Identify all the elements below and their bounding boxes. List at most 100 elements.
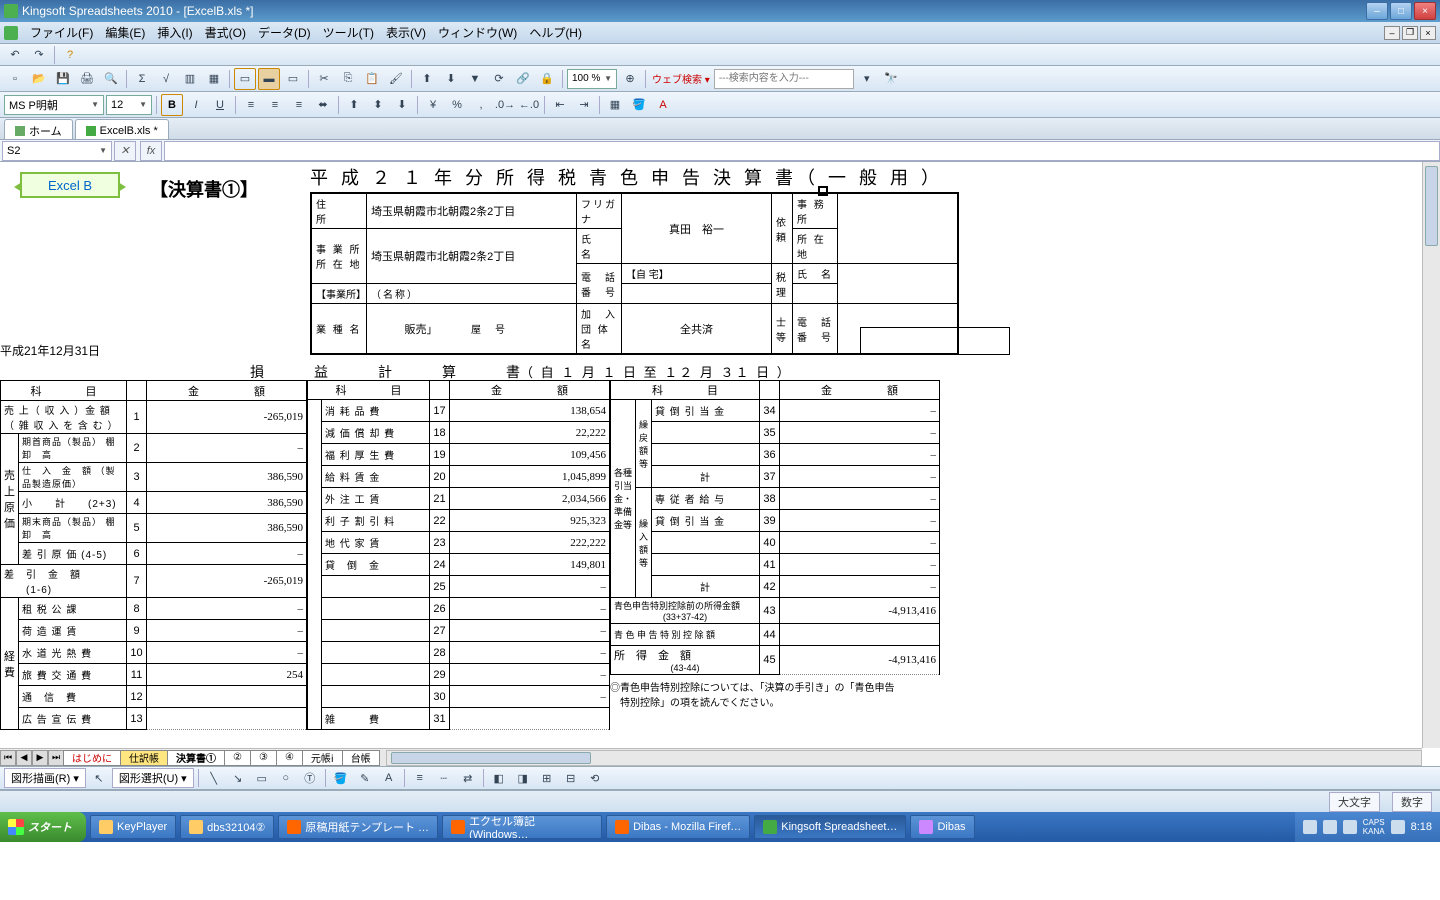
oval-icon[interactable]: ○: [275, 767, 297, 789]
italic-button[interactable]: I: [185, 94, 207, 116]
horizontal-scrollbar[interactable]: [386, 750, 1422, 766]
border-icon[interactable]: ▦: [604, 94, 626, 116]
mdi-close[interactable]: ×: [1420, 26, 1436, 40]
taskbar-item[interactable]: Dibas - Mozilla Firef…: [606, 815, 750, 839]
draw-select-menu[interactable]: 図形選択(U) ▾: [112, 768, 194, 788]
merge-icon[interactable]: ⬌: [312, 94, 334, 116]
pointer-icon[interactable]: ↖: [88, 767, 110, 789]
bold-button[interactable]: B: [161, 94, 183, 116]
websearch-label[interactable]: ウェブ検索 ▾: [650, 71, 712, 86]
refresh-icon[interactable]: ⟳: [488, 68, 510, 90]
line-icon[interactable]: ╲: [203, 767, 225, 789]
tab-nav-prev[interactable]: ◀: [16, 750, 32, 766]
dec-decimal-icon[interactable]: ←.0: [518, 94, 540, 116]
comma-icon[interactable]: ,: [470, 94, 492, 116]
formula-input[interactable]: [164, 141, 1440, 161]
taskbar-item[interactable]: KeyPlayer: [90, 815, 176, 839]
sheet-tab[interactable]: 台帳: [342, 750, 380, 766]
line-color-icon[interactable]: ✎: [354, 767, 376, 789]
cut-icon[interactable]: ✂: [313, 68, 335, 90]
taskbar-item[interactable]: Dibas: [910, 815, 974, 839]
paste-icon[interactable]: 📋: [361, 68, 383, 90]
menu-help[interactable]: ヘルプ(H): [523, 22, 588, 43]
box3-icon[interactable]: ▭: [282, 68, 304, 90]
textbox-icon[interactable]: Ⓣ: [299, 767, 321, 789]
tab-nav-first[interactable]: ⏮: [0, 750, 16, 766]
tray-icon[interactable]: [1303, 820, 1317, 834]
save-icon[interactable]: 💾: [52, 68, 74, 90]
tray-icon[interactable]: [1343, 820, 1357, 834]
fx-icon[interactable]: fx: [140, 141, 162, 161]
ungroup-icon[interactable]: ⊟: [560, 767, 582, 789]
fill-icon[interactable]: 🪣: [330, 767, 352, 789]
valign-bot-icon[interactable]: ⬇: [391, 94, 413, 116]
sheet-tab-active[interactable]: 決算書①: [167, 750, 225, 766]
menu-view[interactable]: 表示(V): [380, 22, 432, 43]
menu-tools[interactable]: ツール(T): [317, 22, 380, 43]
sheet-tab[interactable]: ②: [224, 750, 251, 766]
tab-home[interactable]: ホーム: [4, 119, 73, 139]
format-painter-icon[interactable]: 🖌: [385, 68, 407, 90]
rotate-icon[interactable]: ⟲: [584, 767, 606, 789]
excelb-shape[interactable]: Excel B: [20, 172, 120, 198]
draw-shape-menu[interactable]: 図形描画(R) ▾: [4, 768, 86, 788]
filter-icon[interactable]: ▼: [464, 68, 486, 90]
taskbar-item[interactable]: エクセル簿記(Windows…: [442, 815, 602, 839]
app-menu-icon[interactable]: [4, 26, 18, 40]
mdi-restore[interactable]: ❐: [1402, 26, 1418, 40]
new-icon[interactable]: ▫: [4, 68, 26, 90]
print-icon[interactable]: 🖨: [76, 68, 98, 90]
sqrt-icon[interactable]: √: [155, 68, 177, 90]
lock-icon[interactable]: 🔒: [536, 68, 558, 90]
sheet-canvas[interactable]: Excel B 【決算書①】 平 成 ２ １ 年 分 所 得 税 青 色 申 告…: [0, 162, 1422, 748]
indent-inc-icon[interactable]: ⇥: [573, 94, 595, 116]
name-box[interactable]: S2▼: [2, 141, 112, 161]
close-button[interactable]: ×: [1414, 2, 1436, 20]
vertical-scrollbar[interactable]: [1422, 162, 1440, 748]
table-icon[interactable]: ▦: [203, 68, 225, 90]
taskbar-item[interactable]: 原稿用紙テンプレート …: [278, 815, 438, 839]
help-icon[interactable]: ?: [59, 44, 81, 66]
sheet-tab[interactable]: ④: [276, 750, 303, 766]
zoom-fit-icon[interactable]: ⊕: [619, 68, 641, 90]
menu-edit[interactable]: 編集(E): [99, 22, 151, 43]
binoculars-icon[interactable]: 🔭: [880, 68, 902, 90]
websearch-go-icon[interactable]: ▾: [856, 68, 878, 90]
link-icon[interactable]: 🔗: [512, 68, 534, 90]
align-left-icon[interactable]: ≡: [240, 94, 262, 116]
font-color-icon[interactable]: A: [652, 94, 674, 116]
shadow-icon[interactable]: ◧: [488, 767, 510, 789]
valign-mid-icon[interactable]: ⬍: [367, 94, 389, 116]
box1-icon[interactable]: ▭: [234, 68, 256, 90]
sheet-tab[interactable]: ③: [250, 750, 277, 766]
tab-nav-last[interactable]: ⏭: [48, 750, 64, 766]
tray-icon[interactable]: [1391, 820, 1405, 834]
sheet-tab[interactable]: 元帳ⅰ: [302, 750, 343, 766]
sum-icon[interactable]: Σ: [131, 68, 153, 90]
indent-dec-icon[interactable]: ⇤: [549, 94, 571, 116]
valign-top-icon[interactable]: ⬆: [343, 94, 365, 116]
tab-nav-next[interactable]: ▶: [32, 750, 48, 766]
websearch-input[interactable]: [714, 69, 854, 89]
redo-icon[interactable]: ↷: [28, 44, 50, 66]
rect-icon[interactable]: ▭: [251, 767, 273, 789]
dash-icon[interactable]: ┄: [433, 767, 455, 789]
inc-decimal-icon[interactable]: .0→: [494, 94, 516, 116]
tab-file[interactable]: ExcelB.xls *: [75, 119, 169, 139]
font-color2-icon[interactable]: A: [378, 767, 400, 789]
3d-icon[interactable]: ◨: [512, 767, 534, 789]
align-right-icon[interactable]: ≡: [288, 94, 310, 116]
arrow-style-icon[interactable]: ⇄: [457, 767, 479, 789]
menu-data[interactable]: データ(D): [252, 22, 317, 43]
tray-icon[interactable]: [1323, 820, 1337, 834]
sheet-tab[interactable]: 仕訳帳: [120, 750, 168, 766]
sheet-tab[interactable]: はじめに: [63, 750, 121, 766]
currency-icon[interactable]: ¥: [422, 94, 444, 116]
menu-insert[interactable]: 挿入(I): [151, 22, 198, 43]
underline-button[interactable]: U: [209, 94, 231, 116]
percent-icon[interactable]: %: [446, 94, 468, 116]
align-center-icon[interactable]: ≡: [264, 94, 286, 116]
preview-icon[interactable]: 🔍: [100, 68, 122, 90]
menu-format[interactable]: 書式(O): [199, 22, 252, 43]
start-button[interactable]: スタート: [0, 812, 86, 842]
